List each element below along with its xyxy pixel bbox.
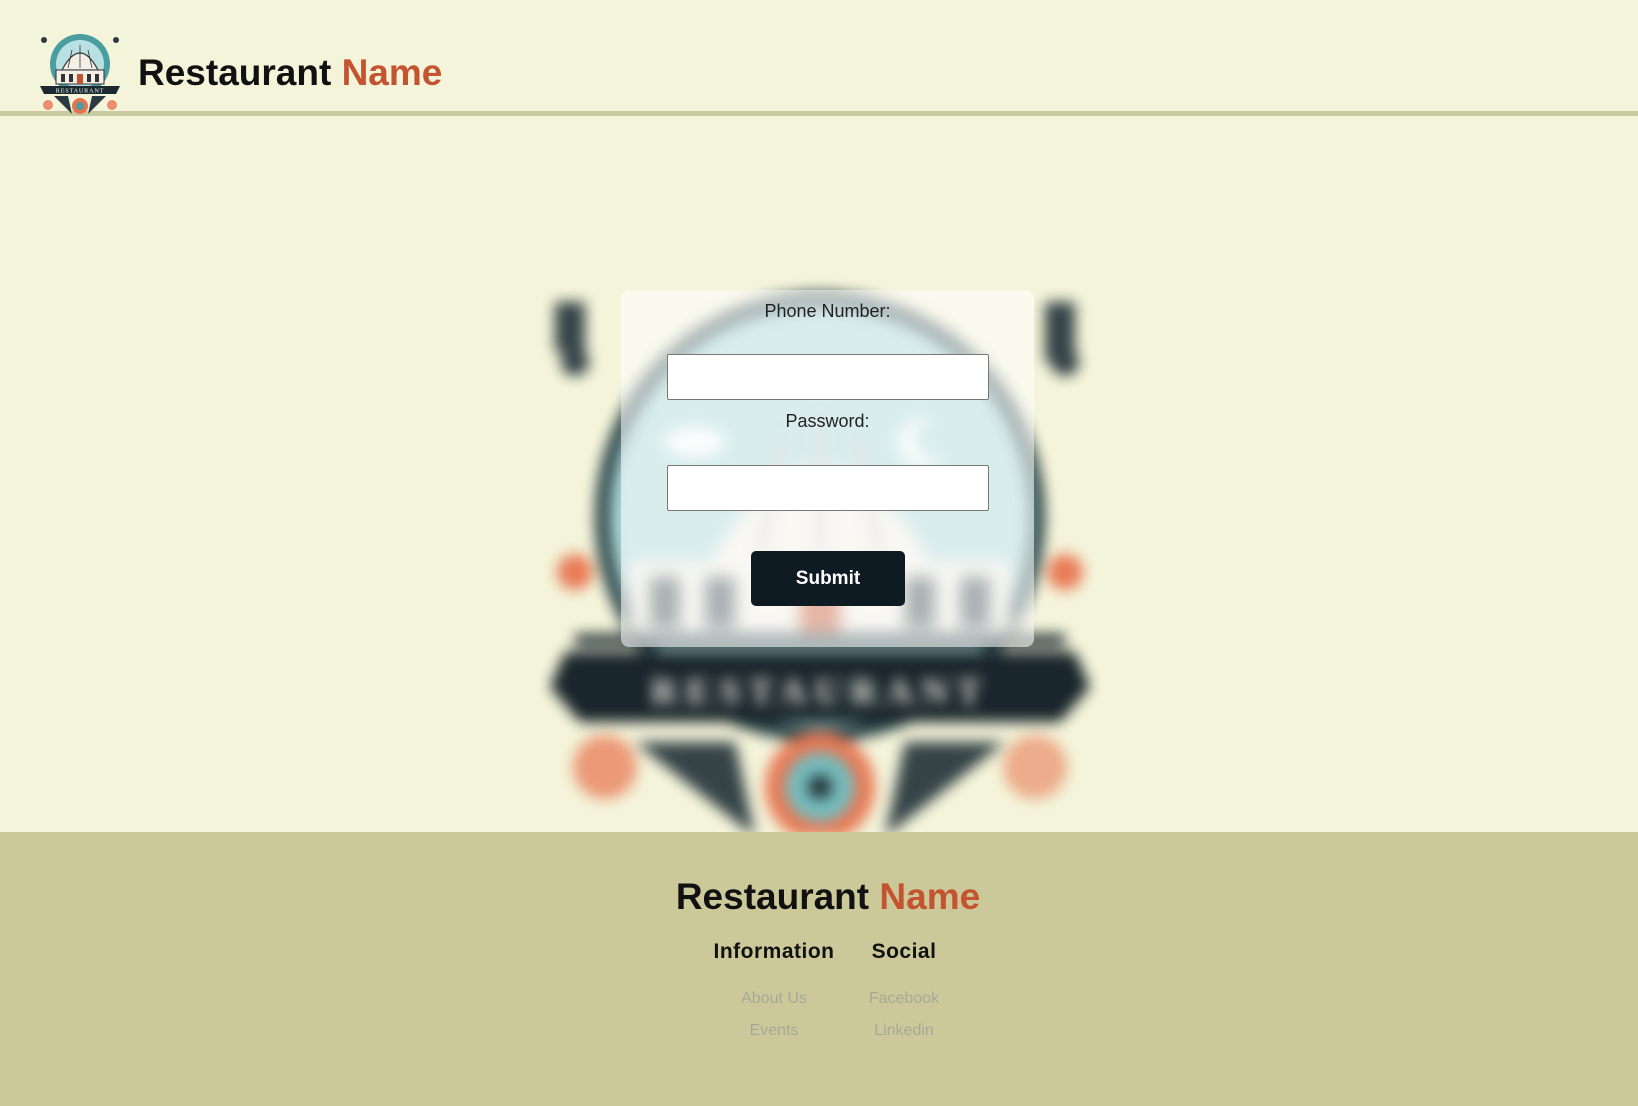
site-title[interactable]: Restaurant Name — [138, 52, 442, 94]
footer-title-word2: Name — [879, 876, 981, 917]
footer-title: Restaurant Name — [0, 876, 1638, 918]
password-input[interactable] — [667, 465, 989, 511]
svg-text:RESTAURANT: RESTAURANT — [650, 671, 989, 713]
footer-link-linkedin[interactable]: Linkedin — [860, 1022, 948, 1040]
footer-column-title: Social — [871, 940, 937, 963]
login-form: Phone Number: Password: Submit — [621, 290, 1034, 647]
phone-number-input[interactable] — [667, 354, 989, 400]
site-title-word2: Name — [341, 52, 443, 93]
site-header: RESTAURANT Restaurant Name — [0, 0, 1638, 116]
password-label: Password: — [785, 411, 870, 431]
submit-button[interactable]: Submit — [751, 551, 905, 606]
site-title-word1: Restaurant — [138, 52, 332, 93]
footer-link-facebook[interactable]: Facebook — [860, 990, 948, 1008]
footer-link-events[interactable]: Events — [700, 1022, 848, 1040]
restaurant-logo[interactable]: RESTAURANT — [36, 28, 124, 118]
phone-number-label: Phone Number: — [764, 301, 891, 321]
footer-column-social: Social Facebook Linkedin — [860, 940, 948, 1054]
footer-title-word1: Restaurant — [675, 876, 870, 917]
footer-link-about-us[interactable]: About Us — [700, 990, 848, 1008]
footer-column-information: Information About Us Events — [700, 940, 848, 1054]
svg-text:RESTAURANT: RESTAURANT — [56, 88, 104, 95]
footer-column-title: Information — [713, 940, 835, 963]
site-footer: Restaurant Name Information About Us Eve… — [0, 832, 1638, 1106]
